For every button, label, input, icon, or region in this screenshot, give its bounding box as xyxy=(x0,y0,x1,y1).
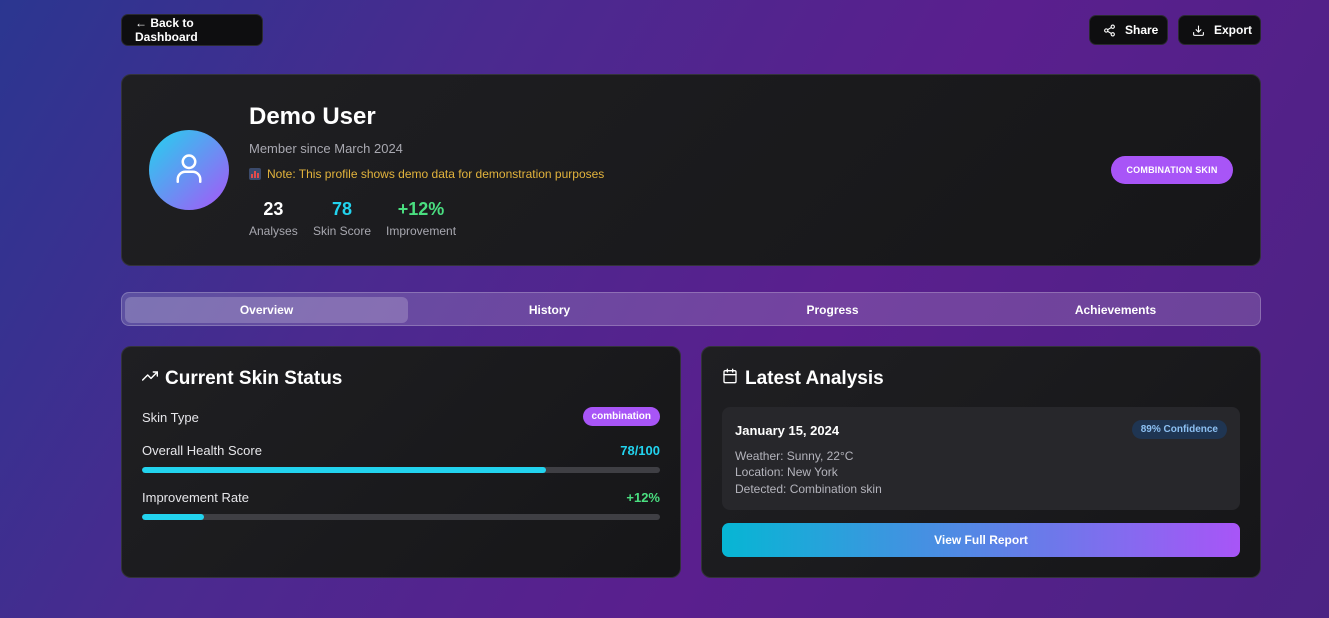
health-score-label: Overall Health Score xyxy=(142,443,262,458)
skin-type-pill: combination xyxy=(582,407,660,426)
stat-skin-score: 78 Skin Score xyxy=(313,199,371,238)
share-icon xyxy=(1103,24,1116,37)
latest-analysis-card: Latest Analysis January 15, 2024 89% Con… xyxy=(701,346,1261,578)
tab-history[interactable]: History xyxy=(408,297,691,323)
health-score-bar-fill xyxy=(142,467,547,473)
calendar-icon xyxy=(722,368,738,390)
skin-type-badge: COMBINATION SKIN xyxy=(1111,156,1233,184)
card-title-text: Current Skin Status xyxy=(165,368,343,389)
stat-label: Improvement xyxy=(386,224,457,238)
improvement-rate-bar xyxy=(142,514,660,520)
stat-value: 78 xyxy=(332,199,353,219)
tab-overview[interactable]: Overview xyxy=(125,297,408,323)
member-since: Member since March 2024 xyxy=(249,141,403,156)
stat-value: +12% xyxy=(397,199,445,219)
profile-card: Demo User Member since March 2024 Note: … xyxy=(121,74,1261,266)
analysis-summary: January 15, 2024 89% Confidence Weather:… xyxy=(722,407,1240,510)
demo-note-text: Note: This profile shows demo data for d… xyxy=(267,167,605,181)
share-button-label: Share xyxy=(1125,23,1159,37)
profile-tabs: Overview History Progress Achievements xyxy=(121,292,1261,326)
export-button[interactable]: Export xyxy=(1178,15,1261,45)
user-name: Demo User xyxy=(249,103,376,130)
skin-type-label: Skin Type xyxy=(142,410,199,425)
export-button-label: Export xyxy=(1214,23,1253,37)
analysis-location: Location: New York xyxy=(735,465,838,479)
card-title: Current Skin Status xyxy=(141,368,343,390)
stat-value: 23 xyxy=(263,199,284,219)
top-bar: ← Back to Dashboard Share Export xyxy=(121,14,1261,46)
download-icon xyxy=(1192,24,1205,37)
current-skin-status-card: Current Skin Status Skin Type combinatio… xyxy=(121,346,681,578)
improvement-rate-value: +12% xyxy=(626,490,660,505)
demo-note: Note: This profile shows demo data for d… xyxy=(249,167,604,181)
card-title: Latest Analysis xyxy=(722,368,884,390)
improvement-rate-label: Improvement Rate xyxy=(142,490,249,505)
analysis-detected: Detected: Combination skin xyxy=(735,482,882,496)
avatar xyxy=(149,130,229,210)
analysis-weather: Weather: Sunny, 22°C xyxy=(735,449,854,463)
trending-up-icon xyxy=(141,368,159,390)
analysis-date: January 15, 2024 xyxy=(735,423,840,438)
user-icon xyxy=(174,151,204,190)
improvement-rate-bar-fill xyxy=(142,514,205,520)
card-title-text: Latest Analysis xyxy=(745,368,884,389)
chart-icon xyxy=(249,168,261,180)
health-score-value: 78/100 xyxy=(620,443,660,458)
tab-achievements[interactable]: Achievements xyxy=(974,297,1257,323)
tab-progress[interactable]: Progress xyxy=(691,297,974,323)
health-score-bar xyxy=(142,467,660,473)
back-to-dashboard-button[interactable]: ← Back to Dashboard xyxy=(121,14,263,46)
stat-improvement: +12% Improvement xyxy=(386,199,456,238)
confidence-badge: 89% Confidence xyxy=(1131,420,1227,439)
stat-analyses: 23 Analyses xyxy=(249,199,298,238)
view-full-report-button[interactable]: View Full Report xyxy=(722,523,1240,557)
share-button[interactable]: Share xyxy=(1089,15,1168,45)
back-button-label: ← Back to Dashboard xyxy=(135,16,198,44)
stat-label: Analyses xyxy=(249,224,298,238)
stat-label: Skin Score xyxy=(313,224,372,238)
